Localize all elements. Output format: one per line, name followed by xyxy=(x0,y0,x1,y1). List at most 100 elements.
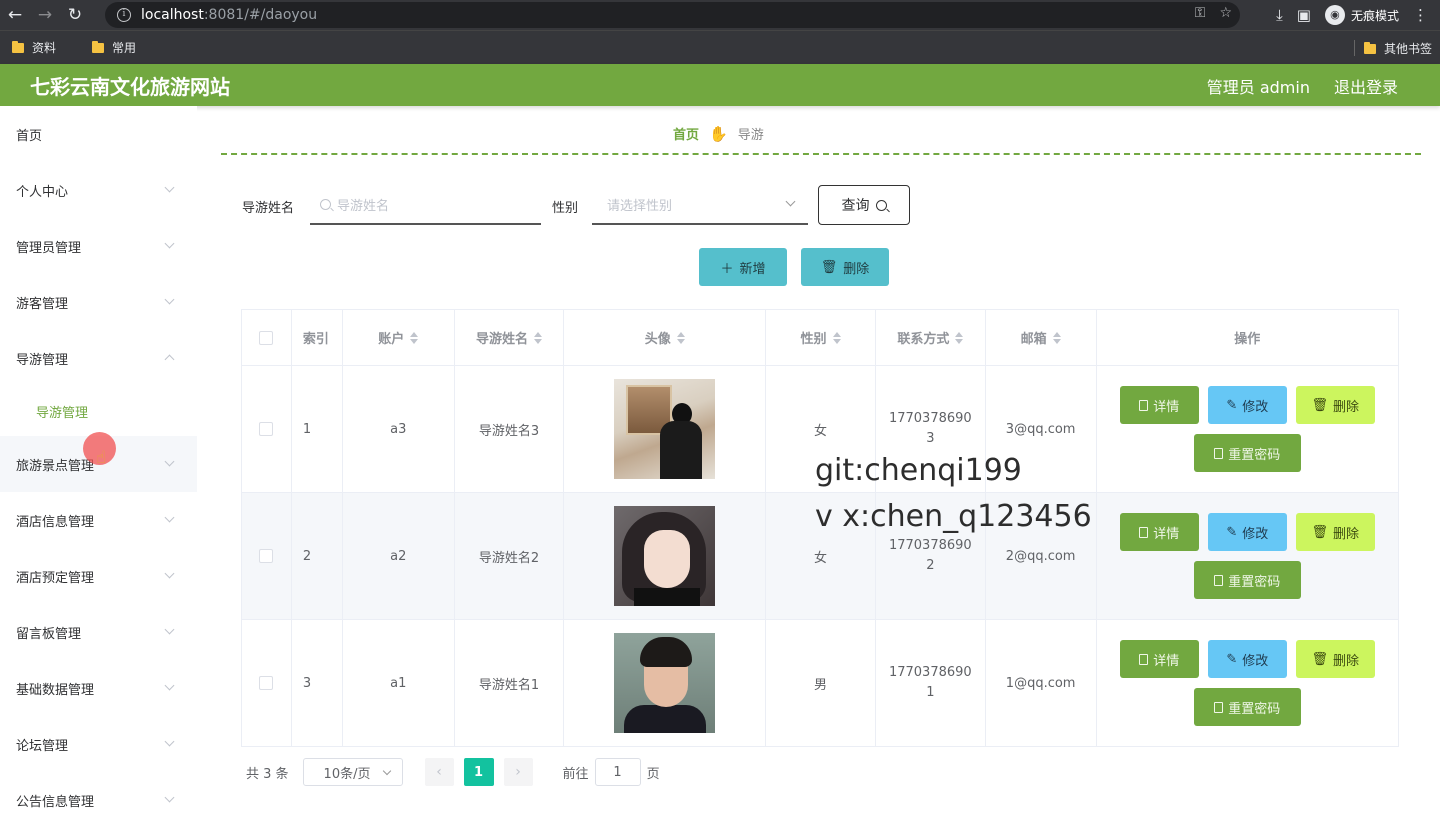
bookmark-folder[interactable]: 资料 xyxy=(12,39,56,56)
forward-icon[interactable]: → xyxy=(30,0,60,30)
sidebar-item-label: 导游管理 xyxy=(16,352,69,368)
menu-kebab-icon[interactable]: ⋮ xyxy=(1413,6,1428,24)
edit-button[interactable]: ✎ 修改 xyxy=(1207,386,1287,424)
sidebar-item-label: 旅游景点管理 xyxy=(16,458,95,474)
column-header-sortable[interactable]: 邮箱 xyxy=(986,310,1097,365)
row-account: a1 xyxy=(343,620,455,746)
edit-label: 修改 xyxy=(1242,526,1269,542)
delete-button[interactable]: 🗑 删除 xyxy=(1295,640,1375,678)
reset-password-button[interactable]: 重置密码 xyxy=(1193,434,1301,472)
table-header: 索引 账户 导游姓名 头像 性别 联系方式 邮箱 操作 xyxy=(242,310,1398,366)
prev-page-button[interactable]: ‹ xyxy=(424,758,454,786)
watermark-text: git:chenqi199 v x:chen_q123456 xyxy=(815,448,1092,540)
avatar[interactable] xyxy=(614,379,716,479)
query-button-label: 查询 xyxy=(841,198,870,214)
guide-name-input[interactable]: 导游姓名 xyxy=(310,185,541,225)
chevron-down-icon xyxy=(164,568,175,579)
chevron-down-icon xyxy=(164,512,175,523)
sidebar-subitem-label: 导游管理 xyxy=(36,405,89,421)
bookmark-folder[interactable]: 常用 xyxy=(92,39,136,56)
delete-button[interactable]: 🗑 删除 xyxy=(1295,386,1375,424)
avatar[interactable] xyxy=(614,633,716,733)
row-checkbox[interactable] xyxy=(259,422,274,436)
sidepanel-icon[interactable]: ▣ xyxy=(1297,6,1311,24)
address-bar[interactable]: i localhost :8081/#/daoyou ⚿ ☆ xyxy=(105,2,1240,28)
watermark-line: git:chenqi199 xyxy=(815,453,1022,488)
reset-password-button[interactable]: 重置密码 xyxy=(1193,688,1301,726)
sidebar-item-forum[interactable]: 论坛管理 xyxy=(0,716,197,772)
sort-icon xyxy=(534,331,543,344)
batch-delete-button[interactable]: 🗑 删除 xyxy=(801,248,889,286)
detail-button[interactable]: 详情 xyxy=(1119,513,1199,551)
goto-page-input[interactable]: 1 xyxy=(594,758,641,786)
column-header: 联系方式 xyxy=(897,332,950,347)
sidebar-item-profile[interactable]: 个人中心 xyxy=(0,162,197,218)
reset-label: 重置密码 xyxy=(1228,701,1281,717)
column-header-sortable[interactable]: 账户 xyxy=(343,310,455,365)
add-button[interactable]: ＋ 新增 xyxy=(699,248,787,286)
avatar[interactable] xyxy=(614,506,716,606)
other-bookmarks[interactable]: 其他书签 xyxy=(1363,40,1432,57)
key-icon[interactable]: ⚿ xyxy=(1195,5,1206,21)
url-path: :8081/#/daoyou xyxy=(203,7,318,23)
watermark-line: v x:chen_q123456 xyxy=(815,499,1092,534)
delete-button[interactable]: 🗑 删除 xyxy=(1295,513,1375,551)
star-icon[interactable]: ☆ xyxy=(1219,5,1232,21)
reset-password-button[interactable]: 重置密码 xyxy=(1193,561,1301,599)
column-header-sortable[interactable]: 导游姓名 xyxy=(455,310,565,365)
sort-icon xyxy=(676,331,685,344)
sidebar-menu: 首页 个人中心 管理员管理 游客管理 导游管理 导游管理 旅游景点管理 酒店信息… xyxy=(0,106,197,816)
sidebar-item-home[interactable]: 首页 xyxy=(0,106,197,162)
back-icon[interactable]: ← xyxy=(0,0,30,30)
column-header: 操作 xyxy=(1234,332,1261,347)
sort-icon xyxy=(832,331,841,344)
detail-button[interactable]: 详情 xyxy=(1119,640,1199,678)
reload-icon[interactable]: ↻ xyxy=(60,0,90,30)
next-page-button[interactable]: › xyxy=(503,758,533,786)
sidebar-item-basedata[interactable]: 基础数据管理 xyxy=(0,660,197,716)
page-size-select[interactable]: 10条/页 xyxy=(302,758,403,786)
detail-label: 详情 xyxy=(1153,653,1180,669)
download-icon[interactable]: ⤓ xyxy=(1276,6,1283,24)
incognito-indicator[interactable]: ◉ 无痕模式 xyxy=(1324,5,1399,25)
total-count: 共 3 条 xyxy=(246,766,289,782)
breadcrumb-divider xyxy=(221,153,1421,155)
column-header-sortable[interactable]: 头像 xyxy=(564,310,767,365)
sidebar-item-hotels[interactable]: 酒店信息管理 xyxy=(0,492,197,548)
bookmark-label: 常用 xyxy=(112,41,137,55)
query-button[interactable]: 查询 xyxy=(818,185,910,225)
sidebar-item-tourists[interactable]: 游客管理 xyxy=(0,274,197,330)
row-checkbox[interactable] xyxy=(259,676,274,690)
folder-icon xyxy=(92,40,105,53)
row-phone: 17703786901 xyxy=(888,665,972,700)
delete-label: 删除 xyxy=(1333,399,1360,415)
gender-select[interactable]: 请选择性别 xyxy=(592,185,808,225)
sidebar-item-guides[interactable]: 导游管理 xyxy=(0,330,197,386)
breadcrumb-home[interactable]: 首页 xyxy=(673,124,699,143)
sidebar-subitem-guides[interactable]: 导游管理 xyxy=(0,386,197,436)
sidebar-item-label: 游客管理 xyxy=(16,296,69,312)
sidebar-item-messages[interactable]: 留言板管理 xyxy=(0,604,197,660)
column-header-sortable[interactable]: 性别 xyxy=(766,310,876,365)
site-info-icon[interactable]: i xyxy=(117,8,131,22)
sidebar-item-bookings[interactable]: 酒店预定管理 xyxy=(0,548,197,604)
bookmark-label: 其他书签 xyxy=(1383,42,1432,56)
folder-icon xyxy=(12,40,24,53)
sidebar-item-admins[interactable]: 管理员管理 xyxy=(0,218,197,274)
edit-button[interactable]: ✎ 修改 xyxy=(1207,640,1287,678)
logout-link[interactable]: 退出登录 xyxy=(1334,74,1398,98)
breadcrumb: 首页 ✋ 导游 xyxy=(673,124,764,144)
chevron-up-icon xyxy=(164,354,175,365)
row-checkbox[interactable] xyxy=(259,549,274,563)
edit-button[interactable]: ✎ 修改 xyxy=(1207,513,1287,551)
pencil-icon: ✎ xyxy=(1226,524,1238,540)
column-header-sortable[interactable]: 联系方式 xyxy=(876,310,986,365)
page-number-current[interactable]: 1 xyxy=(463,758,494,786)
detail-button[interactable]: 详情 xyxy=(1119,386,1199,424)
chevron-down-icon xyxy=(164,624,175,635)
trash-icon: 🗑 xyxy=(1311,651,1329,667)
sidebar-item-notices[interactable]: 公告信息管理 xyxy=(0,772,197,828)
sidebar-item-label: 管理员管理 xyxy=(16,240,82,256)
row-phone: 17703786902 xyxy=(888,538,972,573)
select-all-checkbox[interactable] xyxy=(259,330,274,345)
